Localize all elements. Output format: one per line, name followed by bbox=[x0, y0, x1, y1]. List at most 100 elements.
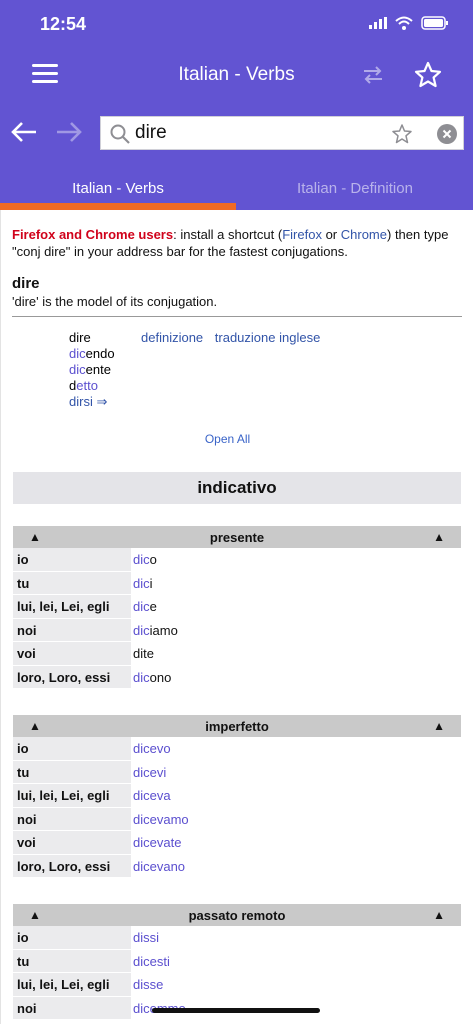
shortcut-notice: Firefox and Chrome users: install a shor… bbox=[12, 226, 462, 260]
tense-header[interactable]: ▲ imperfetto ▲ bbox=[13, 715, 461, 737]
conjugation-row: lui, lei, Lei, egli disse bbox=[13, 973, 461, 997]
verb-form-cell: diceva bbox=[133, 788, 171, 803]
conjugation-row: io dicevo bbox=[13, 737, 461, 761]
conjugation-row: tu dici bbox=[13, 571, 461, 595]
pronoun-cell: io bbox=[13, 548, 131, 572]
conjugation-row: io dico bbox=[13, 548, 461, 572]
signal-icon bbox=[369, 17, 387, 29]
collapse-arrow-icon[interactable]: ▲ bbox=[29, 719, 41, 733]
search-input[interactable] bbox=[135, 120, 375, 146]
home-indicator bbox=[152, 1008, 320, 1013]
verb-form-cell: dici bbox=[133, 575, 153, 591]
verb-form-cell: dicevi bbox=[133, 764, 167, 780]
tense-table: ▲ passato remoto ▲ io dissi tu dicesti lui, lei… bbox=[13, 904, 461, 1020]
conjugation-row: noi dicevamo bbox=[13, 807, 461, 831]
conjugation-row: voi dicevate bbox=[13, 831, 461, 855]
form-infinitive: dire bbox=[69, 330, 91, 345]
verb-forms: dire dicendo dicente detto dirsi ⇒ bbox=[69, 330, 115, 410]
pronoun-cell: lui, lei, Lei, egli bbox=[13, 973, 131, 997]
divider bbox=[12, 316, 462, 317]
favorite-star-icon[interactable] bbox=[413, 60, 443, 90]
pronoun-cell: tu bbox=[13, 571, 131, 595]
nav-title: Italian - Verbs bbox=[178, 64, 295, 85]
app-header: 12:54 Italian - Verbs dire Italian - Ver… bbox=[0, 0, 473, 210]
tense-table: ▲ presente ▲ io dico tu dici lui, lei, Lei, egl… bbox=[13, 526, 461, 689]
search-row bbox=[0, 112, 473, 152]
active-tab-indicator bbox=[0, 203, 236, 210]
collapse-arrow-icon[interactable]: ▲ bbox=[433, 908, 445, 922]
battery-icon bbox=[421, 16, 448, 30]
status-icons bbox=[369, 16, 449, 30]
pronoun-cell: noi bbox=[13, 807, 131, 831]
clear-x-icon bbox=[442, 129, 452, 139]
form-past-participle: detto bbox=[69, 378, 98, 393]
collapse-arrow-icon[interactable]: ▲ bbox=[433, 719, 445, 733]
pronoun-cell: lui, lei, Lei, egli bbox=[13, 784, 131, 808]
mood-heading: indicativo bbox=[13, 472, 461, 504]
firefox-link[interactable]: Firefox bbox=[282, 227, 322, 242]
verb-form-cell: disse bbox=[133, 977, 164, 992]
pronoun-cell: voi bbox=[13, 831, 131, 855]
status-bar: 12:54 bbox=[0, 0, 473, 52]
pronoun-cell: noi bbox=[13, 996, 131, 1020]
collapse-arrow-icon[interactable]: ▲ bbox=[433, 530, 445, 544]
tab-italian-definition[interactable]: Italian - Definition bbox=[237, 166, 473, 210]
tense-header[interactable]: ▲ presente ▲ bbox=[13, 526, 461, 548]
search-bookmark-star-icon[interactable] bbox=[391, 123, 413, 145]
nav-bar: Italian - Verbs bbox=[0, 52, 473, 100]
open-all-link[interactable]: Open All bbox=[1, 432, 454, 446]
conjugation-row: lui, lei, Lei, egli dice bbox=[13, 595, 461, 619]
pronoun-cell: lui, lei, Lei, egli bbox=[13, 595, 131, 619]
verb-form-cell: dite bbox=[133, 646, 154, 661]
form-gerund: dicendo bbox=[69, 346, 115, 361]
pronoun-cell: tu bbox=[13, 949, 131, 973]
pronoun-cell: tu bbox=[13, 760, 131, 784]
pronoun-cell: io bbox=[13, 737, 131, 761]
collapse-arrow-icon[interactable]: ▲ bbox=[29, 530, 41, 544]
verb-form-cell: dicono bbox=[133, 669, 172, 685]
forward-arrow-icon[interactable] bbox=[55, 120, 83, 144]
conjugation-row: tu dicevi bbox=[13, 760, 461, 784]
notice-lead: Firefox and Chrome users bbox=[12, 227, 174, 242]
verb-form-cell: dicevate bbox=[133, 835, 182, 850]
wifi-icon bbox=[395, 16, 413, 30]
clear-search-icon[interactable] bbox=[437, 124, 457, 144]
verb-form-cell: dicevano bbox=[133, 858, 186, 874]
conjugation-row: loro, Loro, essi dicevano bbox=[13, 854, 461, 878]
pronoun-cell: voi bbox=[13, 642, 131, 666]
conjugation-row: voi dite bbox=[13, 642, 461, 666]
search-icon bbox=[110, 124, 130, 144]
verb-links: definizione traduzione inglese bbox=[141, 330, 328, 345]
verb-form-cell: diciamo bbox=[133, 622, 178, 638]
pronoun-cell: noi bbox=[13, 618, 131, 642]
verb-form-cell: dissi bbox=[133, 930, 160, 945]
status-time: 12:54 bbox=[40, 14, 87, 34]
tense-table: ▲ imperfetto ▲ io dicevo tu dicevi lui, lei, Le… bbox=[13, 715, 461, 878]
verb-form-cell: dice bbox=[133, 599, 157, 614]
conjugation-row: loro, Loro, essi dicono bbox=[13, 665, 461, 689]
notice-text-1: : install a shortcut ( bbox=[173, 227, 283, 242]
conjugation-row: tu dicesti bbox=[13, 949, 461, 973]
verb-form-cell: dicevamo bbox=[133, 811, 189, 827]
translation-link[interactable]: traduzione inglese bbox=[215, 330, 321, 345]
pronoun-cell: io bbox=[13, 926, 131, 950]
tense-header[interactable]: ▲ passato remoto ▲ bbox=[13, 904, 461, 926]
tense-name: presente bbox=[209, 530, 265, 545]
swap-icon[interactable] bbox=[360, 62, 386, 88]
collapse-arrow-icon[interactable]: ▲ bbox=[29, 908, 41, 922]
verb-form-cell: dico bbox=[133, 552, 157, 567]
verb-form-cell: dicevo bbox=[133, 741, 171, 756]
conjugation-row: noi diciamo bbox=[13, 618, 461, 642]
conjugation-content[interactable]: Firefox and Chrome users: install a shor… bbox=[0, 210, 473, 1024]
form-present-participle: dicente bbox=[69, 362, 111, 377]
conjugation-row: io dissi bbox=[13, 926, 461, 950]
reflexive-link[interactable]: dirsi ⇒ bbox=[69, 394, 115, 410]
chrome-link[interactable]: Chrome bbox=[341, 227, 387, 242]
back-arrow-icon[interactable] bbox=[10, 120, 38, 144]
pronoun-cell: loro, Loro, essi bbox=[13, 854, 131, 878]
verb-form-cell: dicesti bbox=[133, 953, 170, 969]
search-box bbox=[100, 116, 464, 150]
tense-name: passato remoto bbox=[188, 908, 286, 923]
tense-name: imperfetto bbox=[205, 719, 269, 734]
definition-link[interactable]: definizione bbox=[141, 330, 203, 345]
